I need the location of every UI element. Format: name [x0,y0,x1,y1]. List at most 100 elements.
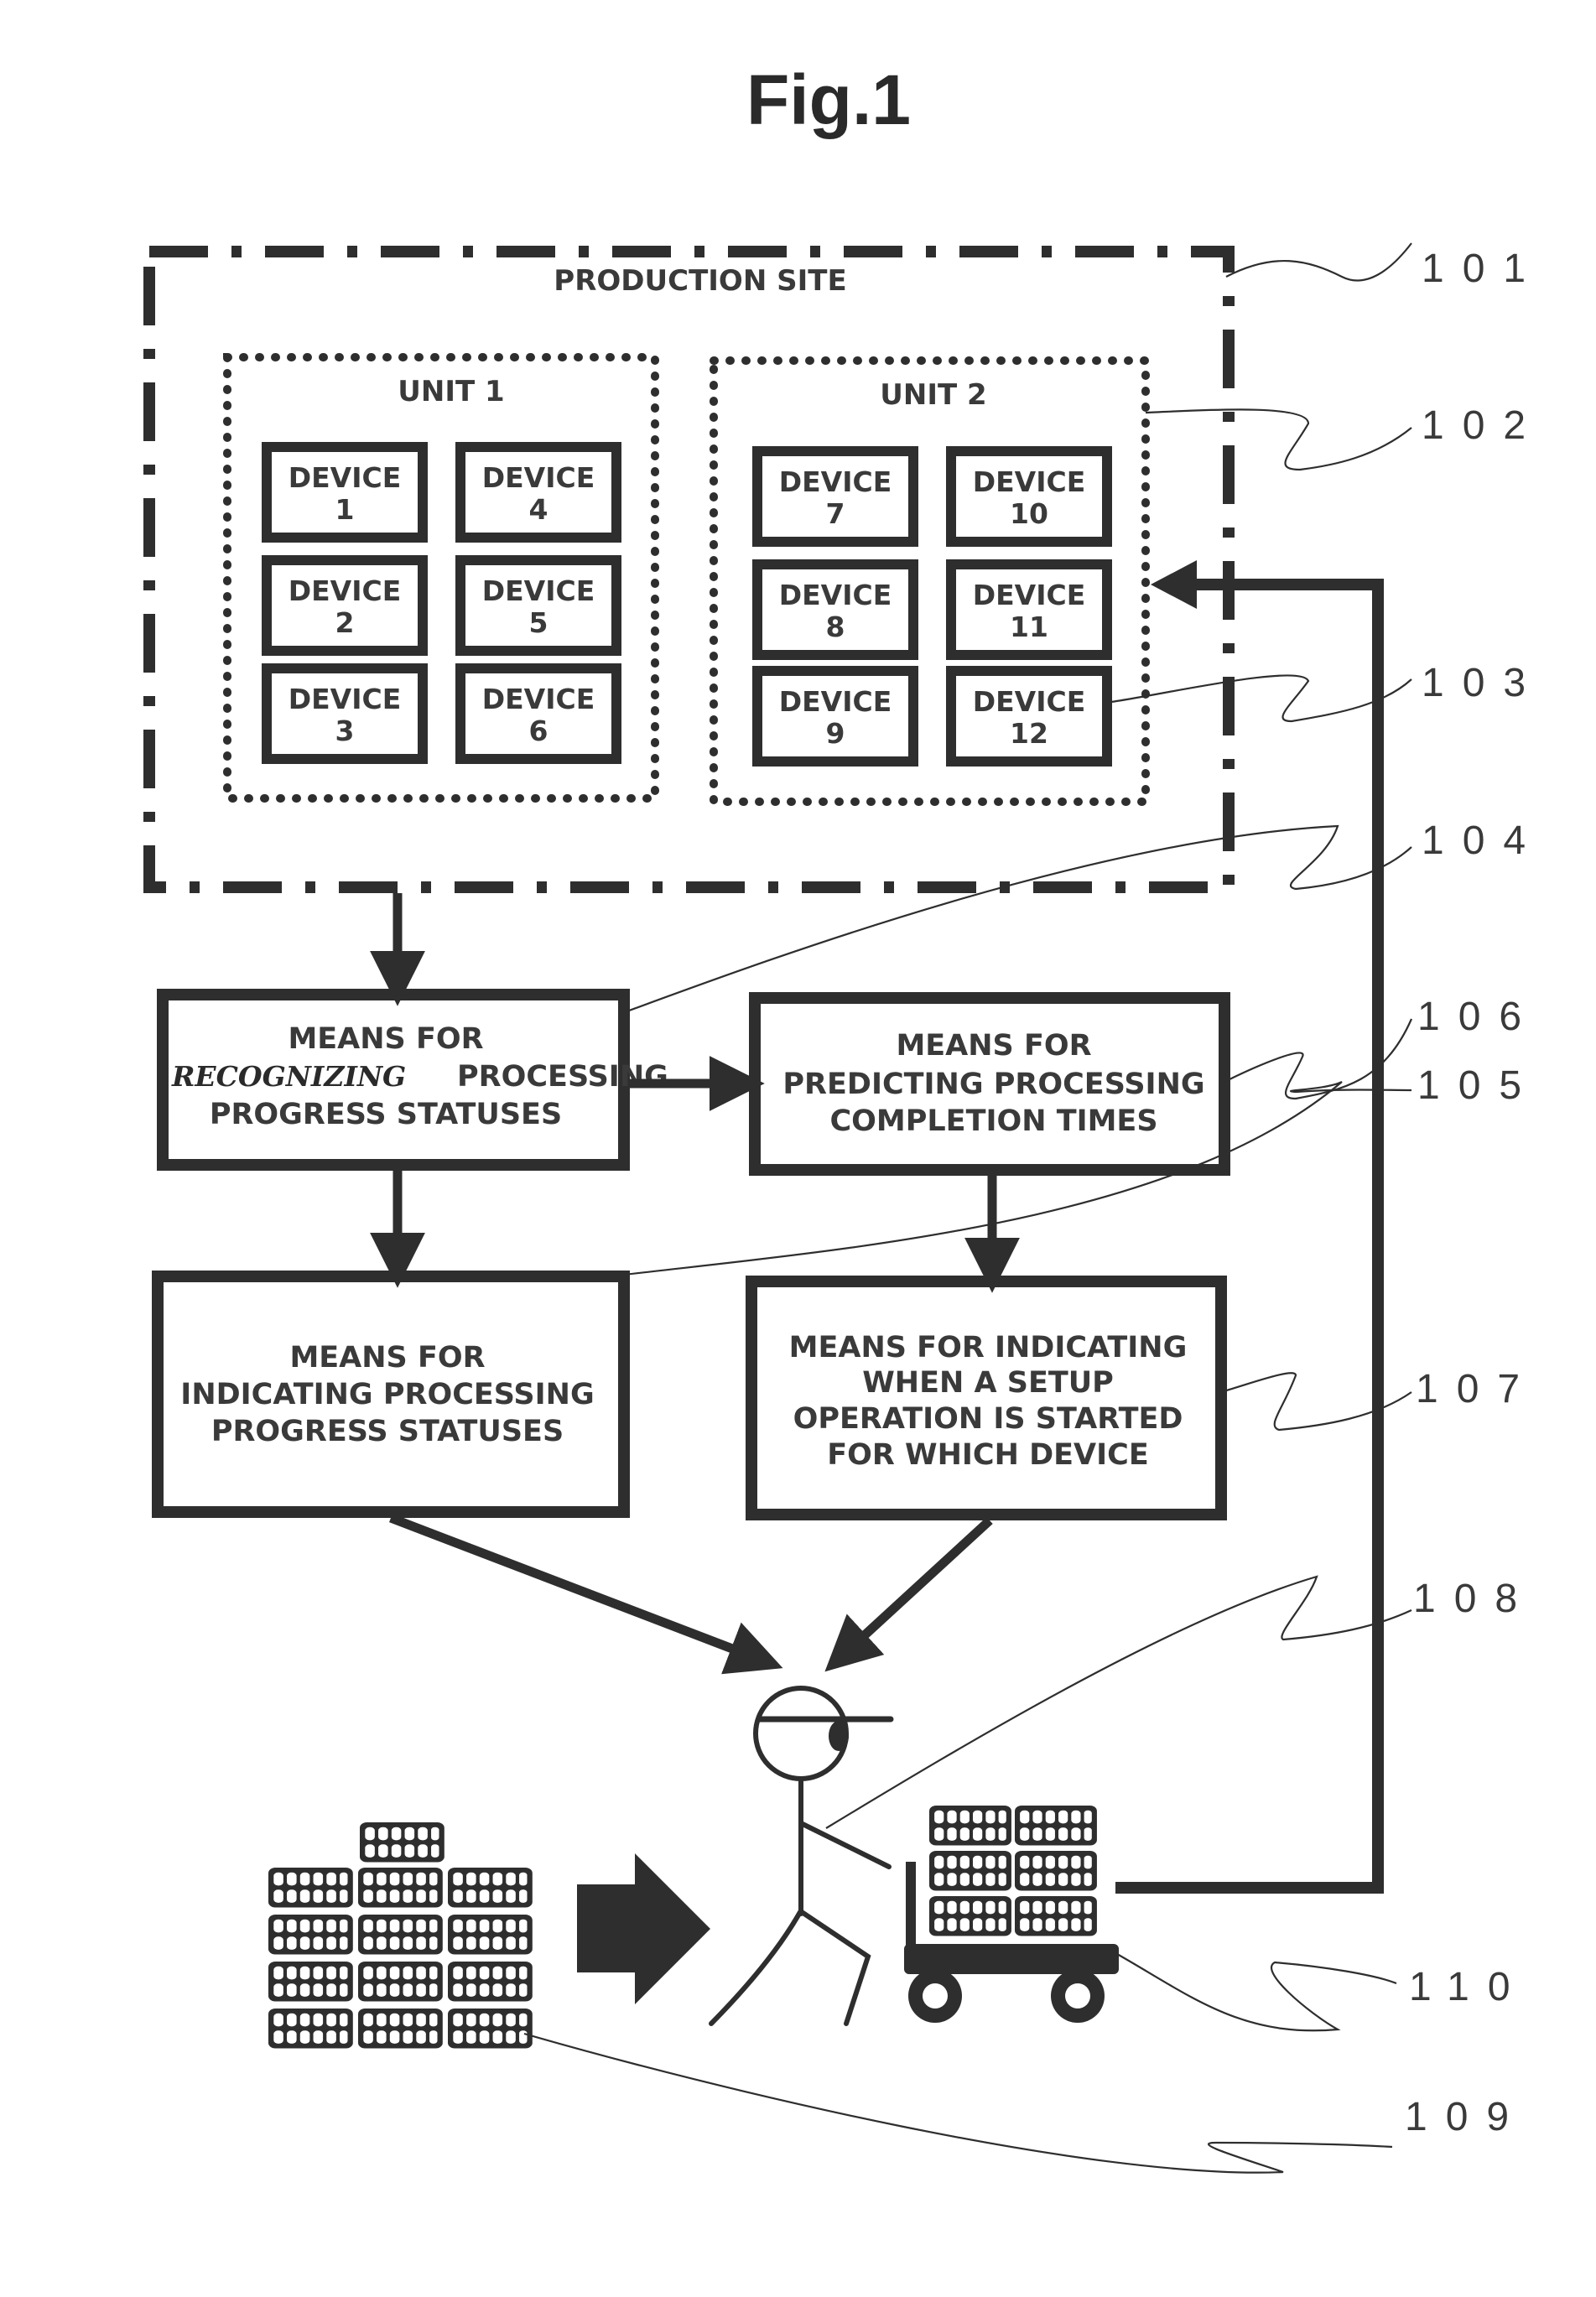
leader-109 [523,2032,1393,2174]
device-box: DEVICE1 [262,442,428,543]
device-number: 2 [335,606,355,639]
device-box: DEVICE9 [752,666,918,767]
block-indicating-setup-line-3: OPERATION IS STARTED [793,1402,1183,1436]
ref-106: 106 [1417,995,1540,1039]
device-label: DEVICE [289,683,402,715]
block-indicating-progress-line-3: PROGRESS STATUSES [211,1415,564,1448]
ref-105: 105 [1417,1063,1540,1108]
feedback-arrowhead [1151,560,1197,609]
device-number: 6 [529,715,548,747]
block-recognizing-line-1: MEANS FOR [288,1022,483,1056]
device-box: DEVICE3 [262,663,428,764]
block-indicating-setup-line-1: MEANS FOR INDICATING [789,1331,1188,1364]
block-predicting-line-2: PREDICTING PROCESSING [782,1068,1204,1101]
block-indicating-setup-line-4: FOR WHICH DEVICE [827,1438,1149,1472]
leader-102 [1145,408,1412,471]
leader-108 [825,1575,1412,1829]
tray-icon [448,1962,533,2002]
tray-icon [448,1915,533,1955]
tray-icon [358,2009,443,2049]
device-number: 8 [826,611,845,643]
block-predicting-line-3: COMPLETION TIMES [829,1104,1157,1138]
unit-2-label: UNIT 2 [880,378,986,412]
device-label: DEVICE [779,685,892,718]
block-predicting-line-1: MEANS FOR [896,1029,1091,1063]
device-label: DEVICE [289,461,402,494]
leader-104 [621,824,1412,1015]
leader-103 [1105,674,1412,723]
device-box: DEVICE12 [946,666,1112,767]
block-indicating-progress: MEANS FOR INDICATING PROCESSING PROGRESS… [152,1271,630,1518]
device-number: 10 [1010,497,1048,530]
tray-icon [1015,1851,1097,1891]
tray-icon [268,2009,353,2049]
tray-icon [448,2009,533,2049]
tray-icon [358,1962,443,2002]
unit-1-label: UNIT 1 [398,375,504,408]
device-box: DEVICE8 [752,559,918,660]
tray-icon [268,1962,353,2002]
block-indicating-progress-line-2: INDICATING PROCESSING [180,1378,594,1411]
block-indicating-progress-line-1: MEANS FOR [289,1341,485,1375]
tray-icon [358,1868,443,1908]
block-indicating-setup: MEANS FOR INDICATING WHEN A SETUP OPERAT… [746,1276,1227,1520]
production-site-label: PRODUCTION SITE [554,264,846,298]
device-label: DEVICE [973,685,1086,718]
device-box: DEVICE6 [455,663,621,764]
device-number: 1 [335,493,355,526]
reference-numerals: 101 102 103 104 106 105 107 108 110 109 [1405,247,1544,2139]
device-number: 4 [529,493,548,526]
tray-icon [358,1915,443,1955]
device-number: 11 [1010,611,1048,643]
ref-108: 108 [1413,1577,1536,1621]
block-recognizing-line-2: PROCESSING [457,1060,668,1094]
device-box: DEVICE7 [752,446,918,547]
device-box: DEVICE4 [455,442,621,543]
diagram-canvas: Fig.1 PRODUCTION SITE UNIT 1 UNIT 2 DEVI… [143,60,1544,2174]
tray-icon [1015,1806,1097,1846]
tray-icon [360,1822,444,1863]
tray-icon [1015,1896,1097,1936]
device-label: DEVICE [973,465,1086,498]
tray-icon [929,1851,1011,1891]
block-recognizing-handwritten-word: RECOGNIZING [171,1060,406,1093]
device-label: DEVICE [779,579,892,611]
ref-109: 109 [1405,2095,1527,2139]
ref-107: 107 [1416,1367,1538,1411]
tray-icon [268,1868,353,1908]
device-label: DEVICE [289,574,402,607]
cart-icon [904,1806,1119,2023]
block-recognizing: MEANS FOR RECOGNIZING PROCESSING PROGRES… [157,989,668,1171]
device-box: DEVICE11 [946,559,1112,660]
leader-110 [1116,1953,1397,2032]
block-recognizing-line-3: PROGRESS STATUSES [210,1098,562,1131]
device-label: DEVICE [779,465,892,498]
arrow-indicating-setup-to-worker [824,1516,993,1672]
device-label: DEVICE [482,461,595,494]
ref-101: 101 [1422,247,1544,291]
device-label: DEVICE [482,683,595,715]
feedback-line-cart-to-unit2 [1115,579,1384,1894]
device-grid: DEVICE1DEVICE2DEVICE3DEVICE4DEVICE5DEVIC… [262,442,1112,767]
ref-110: 110 [1409,1965,1529,2009]
worker-stick-figure-icon [709,1686,894,2026]
device-number: 3 [335,715,355,747]
device-number: 5 [529,606,548,639]
figure-title: Fig.1 [746,60,911,139]
device-label: DEVICE [482,574,595,607]
device-number: 12 [1010,717,1048,750]
transfer-arrow-icon [577,1853,710,2004]
ref-104: 104 [1422,819,1544,863]
tray-stack-icon [268,1822,533,2049]
tray-icon [268,1915,353,1955]
ref-102: 102 [1422,403,1544,448]
tray-icon [448,1868,533,1908]
block-indicating-setup-line-2: WHEN A SETUP [862,1366,1114,1400]
device-box: DEVICE2 [262,555,428,656]
device-label: DEVICE [973,579,1086,611]
device-box: DEVICE10 [946,446,1112,547]
device-number: 7 [826,497,845,530]
arrow-indicating-progress-to-worker [389,1513,783,1675]
block-predicting: MEANS FOR PREDICTING PROCESSING COMPLETI… [749,992,1230,1176]
tray-icon [929,1896,1011,1936]
